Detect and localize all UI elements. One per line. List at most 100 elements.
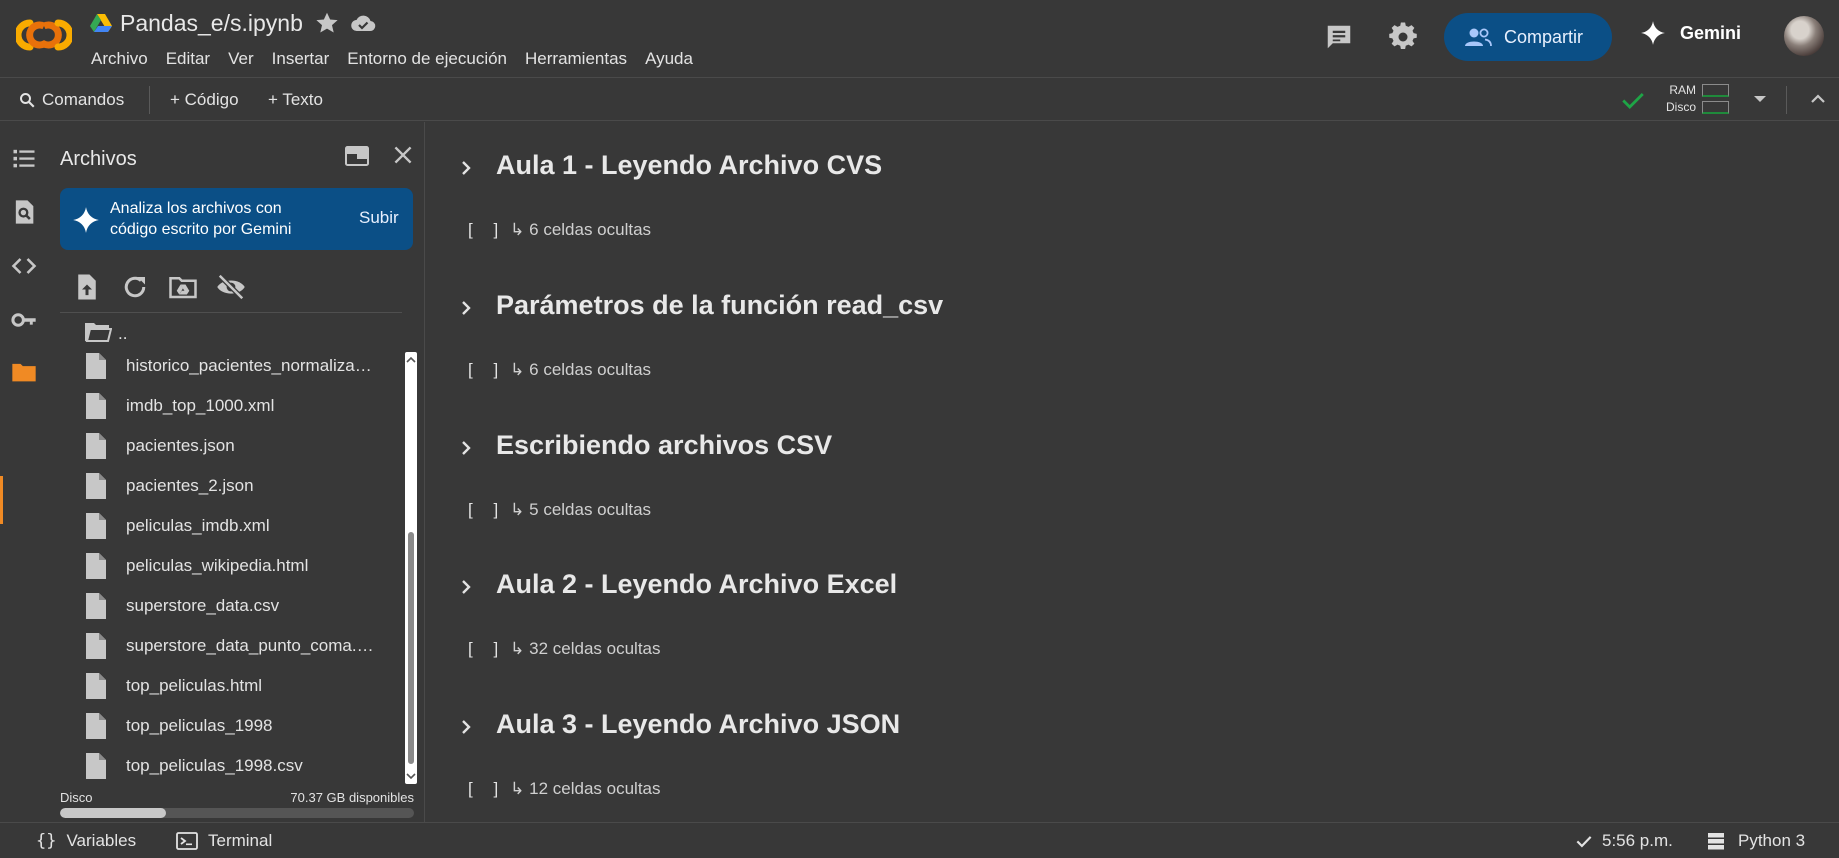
user-avatar[interactable] <box>1784 16 1824 56</box>
section-heading[interactable]: Parámetros de la función read_csv <box>496 290 943 321</box>
upload-file-icon[interactable] <box>72 272 102 302</box>
file-actions-bar <box>72 272 412 302</box>
hidden-cells-indicator[interactable]: [ ] ↳ 12 celdas ocultas <box>468 779 661 799</box>
toc-list-icon[interactable] <box>10 144 38 172</box>
file-item[interactable]: superstore_data_punto_coma.csv <box>84 626 384 666</box>
refresh-icon[interactable] <box>120 272 150 302</box>
execution-time: 5:56 p.m. <box>1602 831 1673 850</box>
scroll-up-arrow-icon[interactable] <box>405 354 417 366</box>
menu-entorno[interactable]: Entorno de ejecución <box>338 48 516 70</box>
left-rail <box>0 122 48 822</box>
close-icon[interactable] <box>390 142 416 168</box>
hide-eye-icon[interactable] <box>216 272 246 302</box>
menu-archivo[interactable]: Archivo <box>82 48 157 70</box>
hidden-cells-indicator[interactable]: [ ] ↳ 32 celdas ocultas <box>468 639 661 659</box>
add-text-button[interactable]: + Texto <box>268 79 323 121</box>
file-item[interactable]: peliculas_imdb.xml <box>84 506 384 546</box>
terminal-button[interactable]: Terminal <box>176 823 272 858</box>
hidden-cells-label: ↳ 6 celdas ocultas <box>510 360 652 379</box>
file-list-scrollbar[interactable] <box>405 352 417 784</box>
chevron-right-icon[interactable] <box>456 298 476 318</box>
resource-labels[interactable]: RAM Disco <box>1662 82 1696 116</box>
parent-directory[interactable]: .. <box>84 320 144 346</box>
hidden-cells-indicator[interactable]: [ ] ↳ 6 celdas ocultas <box>468 220 651 240</box>
disk-meter[interactable] <box>1702 101 1729 114</box>
caret-down-icon[interactable] <box>1750 89 1770 109</box>
cell-bracket: [ ] <box>468 500 507 519</box>
gear-icon[interactable] <box>1388 22 1418 52</box>
add-code-button[interactable]: + Código <box>170 79 239 121</box>
section-heading[interactable]: Aula 1 - Leyendo Archivo CVS <box>496 150 882 181</box>
file-name: pacientes_2.json <box>126 476 254 495</box>
code-snippets-icon[interactable] <box>10 252 38 280</box>
file-icon <box>86 673 106 699</box>
chevron-right-icon[interactable] <box>456 438 476 458</box>
cell-bracket: [ ] <box>468 779 507 798</box>
open-in-tab-icon[interactable] <box>344 144 370 168</box>
folder-icon[interactable] <box>10 358 38 386</box>
files-divider <box>60 312 402 313</box>
file-name: top_peliculas_1998 <box>126 716 273 735</box>
file-item[interactable]: pacientes.json <box>84 426 384 466</box>
find-replace-icon[interactable] <box>10 198 38 226</box>
menu-ver[interactable]: Ver <box>219 48 263 70</box>
file-item[interactable]: historico_pacientes_normalizado.csv <box>84 346 384 386</box>
section-heading[interactable]: Escribiendo archivos CSV <box>496 430 832 461</box>
file-item[interactable]: top_peliculas_1998.csv <box>84 746 384 786</box>
menu-editar[interactable]: Editar <box>157 48 219 70</box>
check-icon <box>1576 836 1592 848</box>
menu-ayuda[interactable]: Ayuda <box>636 48 702 70</box>
file-item[interactable]: peliculas_wikipedia.html <box>84 546 384 586</box>
scrollbar-thumb[interactable] <box>408 532 414 764</box>
connected-check-icon[interactable] <box>1620 87 1646 113</box>
files-panel: Archivos Analiza los archivos con código… <box>48 122 425 822</box>
cloud-saved-icon[interactable] <box>350 12 376 34</box>
file-name: top_peliculas.html <box>126 676 263 695</box>
chevron-right-icon[interactable] <box>456 577 476 597</box>
file-item[interactable]: pacientes_2.json <box>84 466 384 506</box>
file-name: historico_pacientes_normalizado.csv <box>126 356 376 375</box>
star-icon[interactable] <box>314 10 340 36</box>
file-name: superstore_data_punto_coma.csv <box>126 636 376 655</box>
file-icon <box>86 393 106 419</box>
gemini-button[interactable]: Gemini <box>1640 20 1741 46</box>
chevron-right-icon[interactable] <box>456 158 476 178</box>
menu-herramientas[interactable]: Herramientas <box>516 48 636 70</box>
upload-link[interactable]: Subir <box>359 208 399 228</box>
execution-status[interactable]: 5:56 p.m. <box>1574 823 1673 858</box>
cell-bracket: [ ] <box>468 220 507 239</box>
chevron-up-icon[interactable] <box>1808 89 1828 109</box>
chevron-right-icon[interactable] <box>456 717 476 737</box>
mount-drive-icon[interactable] <box>168 272 198 302</box>
variables-button[interactable]: {} Variables <box>36 823 136 858</box>
ram-meter[interactable] <box>1702 84 1729 97</box>
hidden-cells-indicator[interactable]: [ ] ↳ 6 celdas ocultas <box>468 360 651 380</box>
colab-logo[interactable] <box>16 14 72 56</box>
runtime-info[interactable]: Python 3 <box>1706 823 1805 858</box>
share-button[interactable]: Compartir <box>1444 13 1612 61</box>
notebook-section: Aula 3 - Leyendo Archivo JSON [ ] ↳ 12 c… <box>426 681 1826 821</box>
file-item[interactable]: top_peliculas_1998 <box>84 706 384 746</box>
ram-label: RAM <box>1669 83 1696 97</box>
menu-insertar[interactable]: Insertar <box>263 48 339 70</box>
file-item[interactable]: top_peliculas.html <box>84 666 384 706</box>
hidden-cells-label: ↳ 12 celdas ocultas <box>510 779 661 798</box>
key-icon[interactable] <box>10 306 38 334</box>
file-name: imdb_top_1000.xml <box>126 396 275 415</box>
gemini-analyze-card: Analiza los archivos con código escrito … <box>60 188 413 250</box>
google-drive-icon[interactable] <box>90 13 112 33</box>
section-heading[interactable]: Aula 3 - Leyendo Archivo JSON <box>496 709 900 740</box>
braces-icon: {} <box>36 831 57 851</box>
file-icon <box>86 713 106 739</box>
files-title: Archivos <box>60 148 137 170</box>
file-item[interactable]: superstore_data.csv <box>84 586 384 626</box>
comment-icon[interactable] <box>1324 22 1354 52</box>
hidden-cells-label: ↳ 32 celdas ocultas <box>510 639 661 658</box>
hidden-cells-indicator[interactable]: [ ] ↳ 5 celdas ocultas <box>468 500 651 520</box>
commands-button[interactable]: Comandos <box>18 79 124 121</box>
file-item[interactable]: imdb_top_1000.xml <box>84 386 384 426</box>
scroll-down-arrow-icon[interactable] <box>405 770 417 782</box>
file-icon <box>86 753 106 779</box>
section-heading[interactable]: Aula 2 - Leyendo Archivo Excel <box>496 569 897 600</box>
notebook-title[interactable]: Pandas_e/s.ipynb <box>120 10 303 37</box>
